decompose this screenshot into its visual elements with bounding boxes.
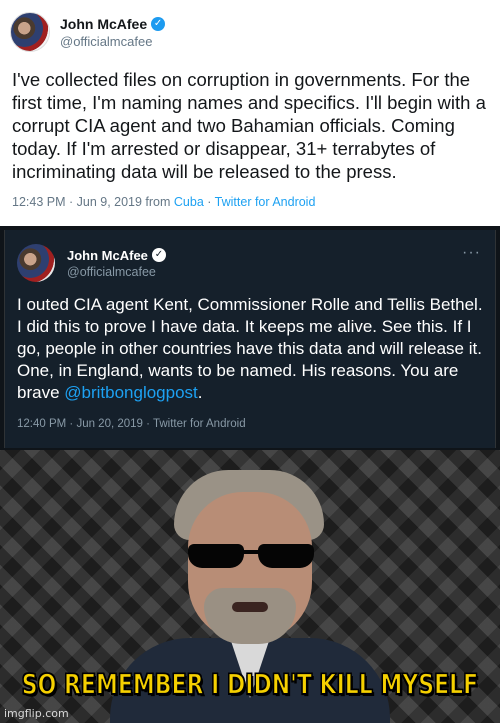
display-name[interactable]: John McAfee <box>60 16 147 32</box>
avatar[interactable] <box>10 12 50 52</box>
meta-separator: · <box>203 195 215 209</box>
tweet-timestamp[interactable]: 12:43 PM · Jun 9, 2019 from <box>12 195 174 209</box>
verified-badge-icon: ✓ <box>151 248 166 262</box>
tweet-header: John McAfee ✓ @officialmcafee <box>10 10 490 54</box>
more-options-icon[interactable]: ··· <box>462 244 481 262</box>
verified-badge-icon: ✓ <box>151 16 166 31</box>
mouth <box>232 602 268 612</box>
source-link[interactable]: Twitter for Android <box>215 195 316 209</box>
user-handle[interactable]: @officialmcafee <box>60 34 165 49</box>
location-link[interactable]: Cuba <box>174 195 204 209</box>
tweet-header: John McAfee ✓ @officialmcafee ··· <box>17 242 483 284</box>
tweet-card-2[interactable]: John McAfee ✓ @officialmcafee ··· I oute… <box>4 230 496 448</box>
meme-caption: SO REMEMBER I DIDN'T KILL MYSELF <box>21 669 479 702</box>
tweet-text: I outed CIA agent Kent, Commissioner Rol… <box>17 294 483 404</box>
display-name[interactable]: John McAfee <box>67 248 148 263</box>
watermark: imgflip.com <box>4 707 69 720</box>
tweet-meta[interactable]: 12:40 PM · Jun 20, 2019 · Twitter for An… <box>17 418 483 430</box>
tweet-text: I've collected files on corruption in go… <box>12 69 486 182</box>
beard <box>204 588 296 644</box>
mention-link[interactable]: @britbonglogpost <box>64 383 198 402</box>
user-handle[interactable]: @officialmcafee <box>67 265 166 279</box>
tweet-text-end: . <box>197 383 203 402</box>
sunglasses-icon <box>188 544 316 570</box>
avatar[interactable] <box>17 244 55 282</box>
tweet-card-1[interactable]: John McAfee ✓ @officialmcafee I've colle… <box>0 0 500 226</box>
tweet-meta: 12:43 PM · Jun 9, 2019 from Cuba · Twitt… <box>10 195 490 209</box>
